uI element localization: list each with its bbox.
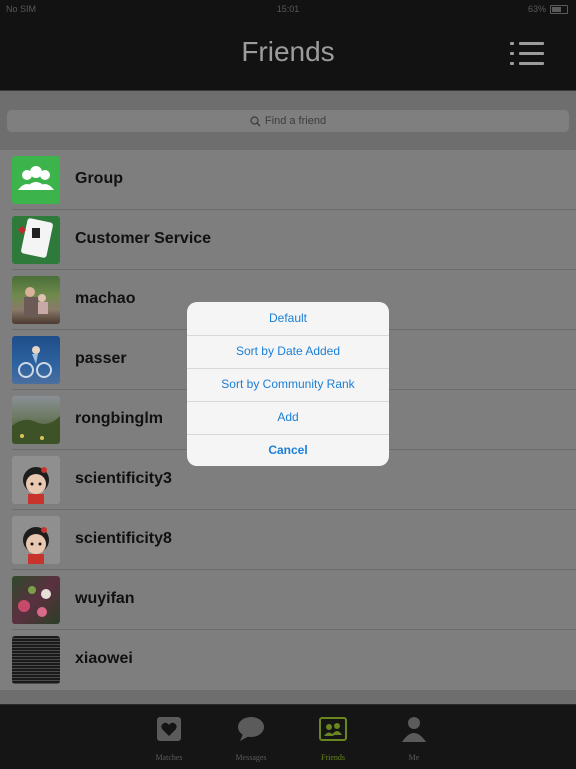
tab-label: Matches bbox=[155, 753, 183, 762]
avatar bbox=[12, 336, 60, 384]
friend-name: passer bbox=[75, 350, 127, 367]
contacts-icon bbox=[319, 717, 347, 741]
avatar bbox=[12, 636, 60, 684]
sort-default-option[interactable]: Default bbox=[187, 302, 389, 334]
tab-bar: Matches Messages Friends Me bbox=[0, 704, 576, 769]
avatar bbox=[12, 276, 60, 324]
search-area: Find a friend bbox=[0, 90, 576, 151]
sort-community-rank-option[interactable]: Sort by Community Rank bbox=[187, 368, 389, 400]
sort-action-sheet: Default Sort by Date Added Sort by Commu… bbox=[187, 302, 389, 466]
battery-percent: 63% bbox=[527, 4, 546, 14]
avatar bbox=[12, 396, 60, 444]
tab-matches[interactable]: Matches bbox=[139, 713, 199, 765]
friend-name: scientificity3 bbox=[75, 470, 172, 487]
cards-logo-icon bbox=[12, 216, 60, 264]
search-input[interactable]: Find a friend bbox=[7, 110, 569, 132]
tab-label: Messages bbox=[235, 753, 267, 762]
heart-icon bbox=[157, 717, 181, 741]
friend-name: machao bbox=[75, 290, 136, 307]
friend-name: scientificity8 bbox=[75, 530, 172, 547]
page-title: Friends bbox=[241, 36, 335, 67]
friend-name: Group bbox=[75, 170, 123, 187]
tab-label: Friends bbox=[321, 753, 345, 762]
chat-bubble-icon bbox=[238, 717, 264, 741]
list-icon[interactable] bbox=[510, 40, 544, 68]
add-friend-option[interactable]: Add bbox=[187, 401, 389, 433]
search-icon bbox=[250, 115, 261, 126]
person-icon bbox=[402, 717, 426, 742]
friend-name: wuyifan bbox=[75, 590, 135, 607]
list-item[interactable]: xiaowei bbox=[0, 630, 576, 690]
friend-name: xiaowei bbox=[75, 650, 133, 667]
tab-friends[interactable]: Friends bbox=[303, 713, 363, 765]
group-icon bbox=[12, 156, 60, 204]
tab-me[interactable]: Me bbox=[384, 713, 444, 765]
list-item[interactable]: Group bbox=[0, 150, 576, 210]
tab-messages[interactable]: Messages bbox=[221, 713, 281, 765]
cartoon-girl-icon bbox=[12, 456, 60, 504]
tab-label: Me bbox=[408, 753, 420, 762]
cartoon-girl-icon bbox=[12, 516, 60, 564]
list-item[interactable]: scientificity8 bbox=[0, 510, 576, 570]
friend-name: rongbinglm bbox=[75, 410, 163, 427]
list-item[interactable]: wuyifan bbox=[0, 570, 576, 630]
sort-date-added-option[interactable]: Sort by Date Added bbox=[187, 335, 389, 367]
cancel-button[interactable]: Cancel bbox=[187, 434, 389, 466]
nav-bar: Friends bbox=[0, 18, 576, 90]
friend-name: Customer Service bbox=[75, 230, 212, 247]
list-item[interactable]: Customer Service bbox=[0, 210, 576, 270]
status-time: 15:01 bbox=[276, 4, 300, 14]
search-placeholder: Find a friend bbox=[264, 115, 327, 127]
avatar bbox=[12, 576, 60, 624]
status-bar: No SIM 15:01 63% bbox=[0, 0, 576, 18]
battery-icon bbox=[550, 4, 568, 14]
